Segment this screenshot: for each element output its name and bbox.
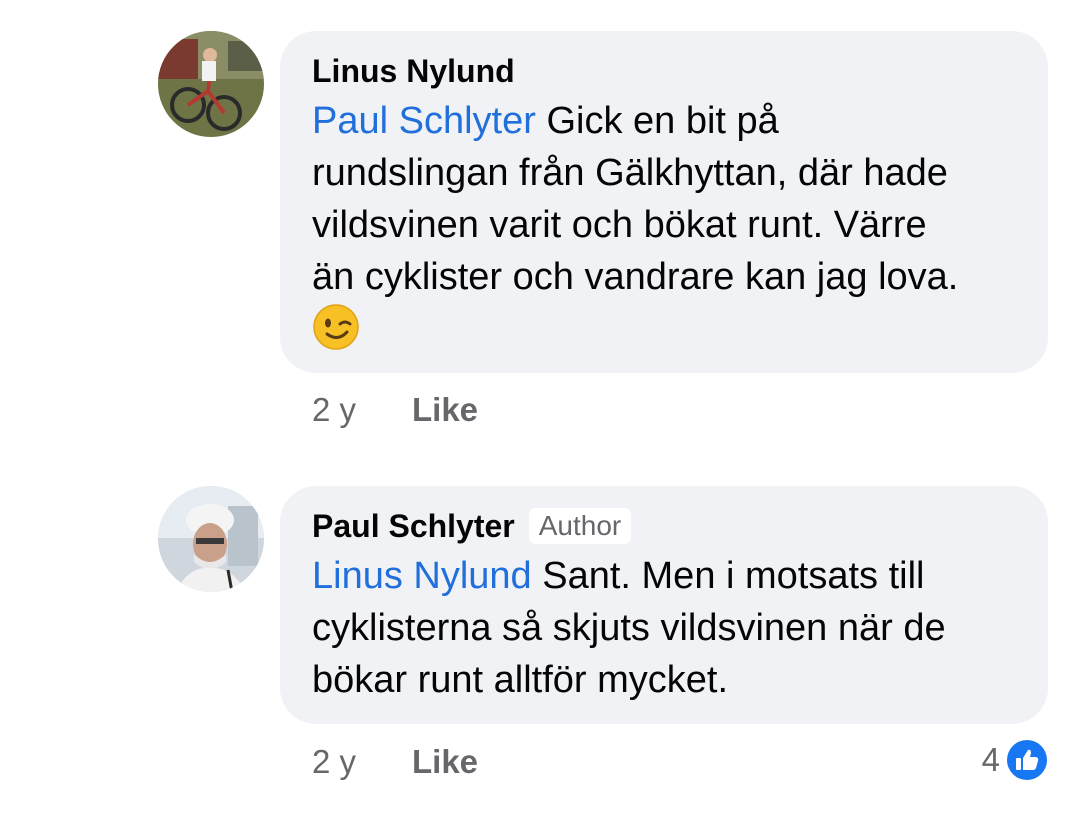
reaction-summary[interactable]: 4 (982, 738, 1048, 782)
like-button[interactable]: Like (412, 391, 478, 429)
comment-bubble: Linus Nylund Paul Schlyter Gick en bit p… (280, 31, 1048, 373)
comment-timestamp[interactable]: 2 y (312, 391, 412, 429)
comment-text-line: än cyklister och vandrare kan jag lova. (312, 256, 959, 298)
comment-text-line: rundslingan från Gälkhyttan, där hade (312, 152, 948, 194)
comment-text: Linus Nylund Sant. Men i motsats till cy… (312, 550, 1016, 706)
comment-text-line: cyklisterna så skjuts vildsvinen när de (312, 607, 946, 649)
author-badge: Author (528, 508, 632, 544)
comment-author-name[interactable]: Paul Schlyter (312, 508, 515, 545)
like-button[interactable]: Like (412, 743, 478, 781)
comment-timestamp[interactable]: 2 y (312, 743, 412, 781)
comment-bubble: Paul Schlyter Author Linus Nylund Sant. … (280, 486, 1048, 724)
avatar-linus-nylund[interactable] (158, 31, 264, 137)
reaction-count: 4 (981, 741, 1000, 778)
winking-face-emoji-icon (313, 304, 359, 350)
avatar-image (158, 486, 264, 592)
comment-text-line: Gick en bit på (535, 100, 779, 142)
avatar-paul-schlyter[interactable] (158, 486, 264, 592)
comment-author-name[interactable]: Linus Nylund (312, 53, 515, 90)
mention-link[interactable]: Linus Nylund (312, 555, 532, 597)
thumbs-up-icon (1007, 740, 1047, 780)
comment-text-line: Sant. Men i motsats till (531, 555, 925, 597)
mention-link[interactable]: Paul Schlyter (312, 100, 536, 142)
comment-text-line: vildsvinen varit och bökat runt. Värre (312, 204, 927, 246)
avatar-image (158, 31, 264, 137)
comment-text-line: bökar runt alltför mycket. (312, 659, 729, 701)
comment-text: Paul Schlyter Gick en bit på rundslingan… (312, 95, 1016, 355)
